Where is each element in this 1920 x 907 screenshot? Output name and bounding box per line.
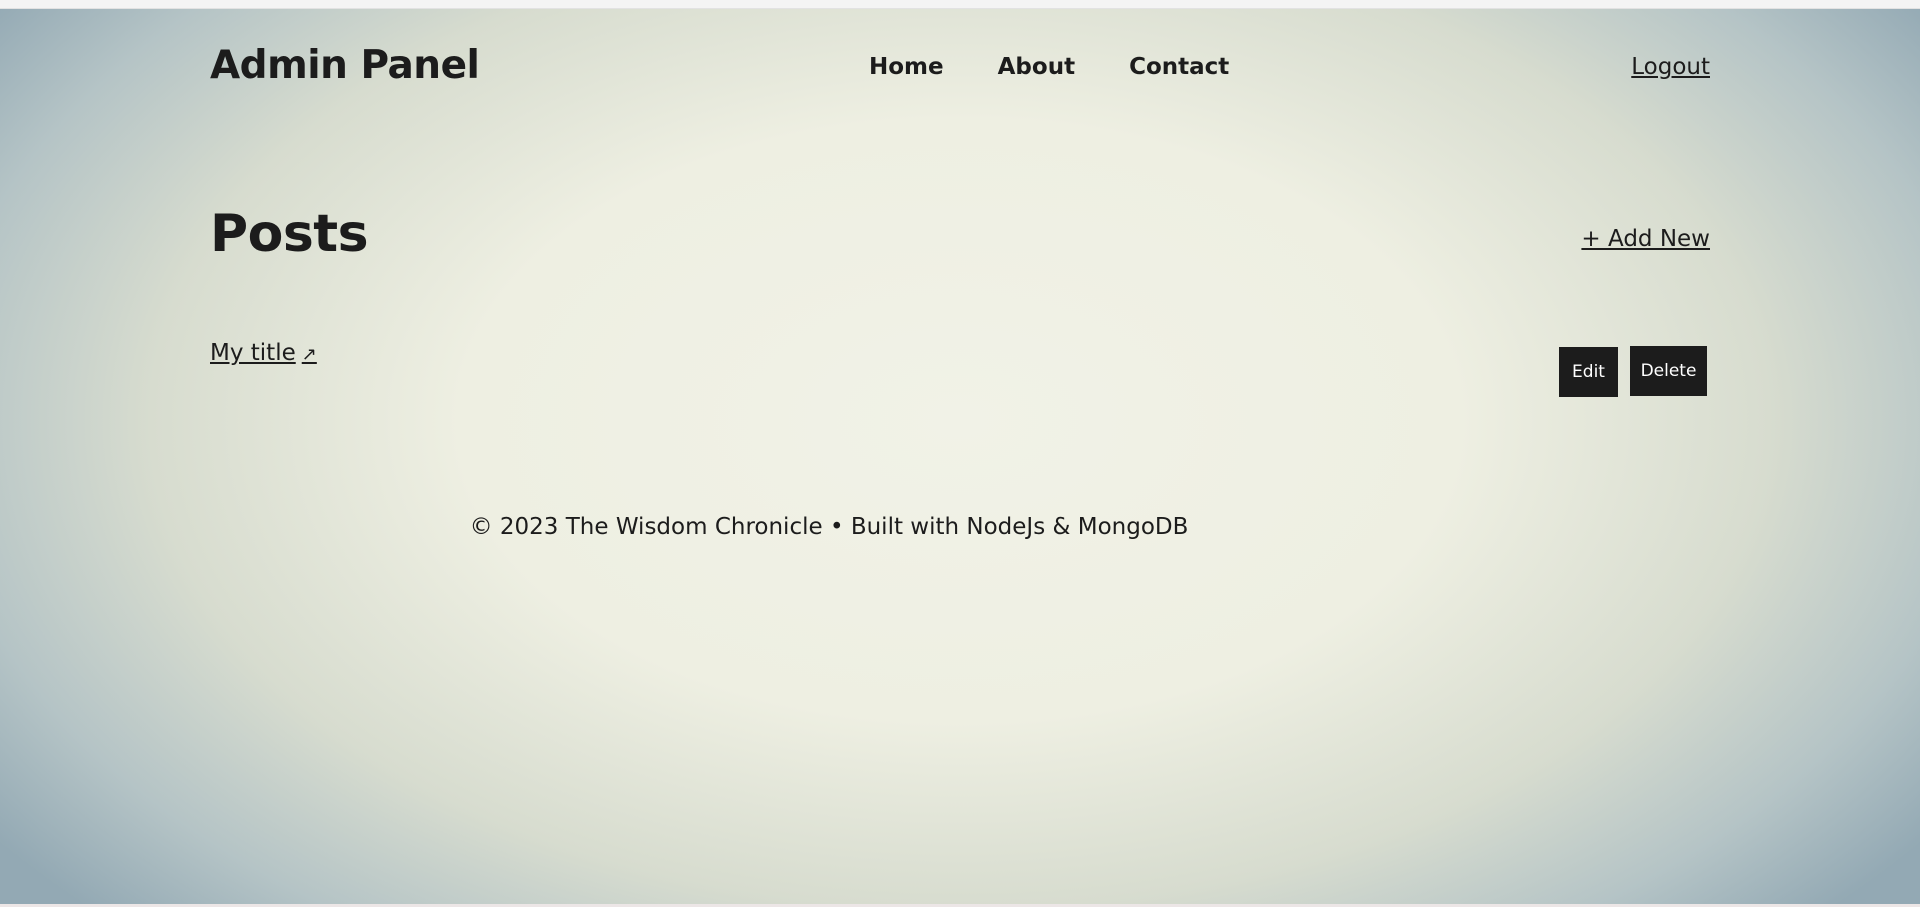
page-container: Admin Panel Home About Contact Logout Po… <box>210 9 1710 540</box>
post-list: My title ↗ Edit Delete <box>210 334 1710 397</box>
posts-header: Posts + Add New <box>210 204 1710 274</box>
logout-link[interactable]: Logout <box>1631 54 1710 80</box>
external-arrow-icon: ↗ <box>301 344 317 365</box>
post-title-link[interactable]: My title ↗ <box>210 340 317 366</box>
page-background <box>0 9 1920 904</box>
window-top-strip <box>0 0 1920 9</box>
add-new-link[interactable]: + Add New <box>1581 226 1710 252</box>
list-item: My title ↗ Edit Delete <box>210 334 1710 397</box>
footer-text: © 2023 The Wisdom Chronicle • Built with… <box>469 514 1189 540</box>
delete-button[interactable]: Delete <box>1630 346 1707 396</box>
nav-home-link[interactable]: Home <box>869 54 944 80</box>
page-title: Posts <box>210 204 369 264</box>
site-footer: © 2023 The Wisdom Chronicle • Built with… <box>210 514 1710 540</box>
site-header: Admin Panel Home About Contact Logout <box>210 9 1710 124</box>
nav-contact-link[interactable]: Contact <box>1129 54 1229 80</box>
brand-title[interactable]: Admin Panel <box>210 43 480 88</box>
post-title-text: My title <box>210 340 296 366</box>
edit-button[interactable]: Edit <box>1559 347 1618 397</box>
nav-about-link[interactable]: About <box>998 54 1075 80</box>
main-nav: Home About Contact <box>869 54 1229 80</box>
